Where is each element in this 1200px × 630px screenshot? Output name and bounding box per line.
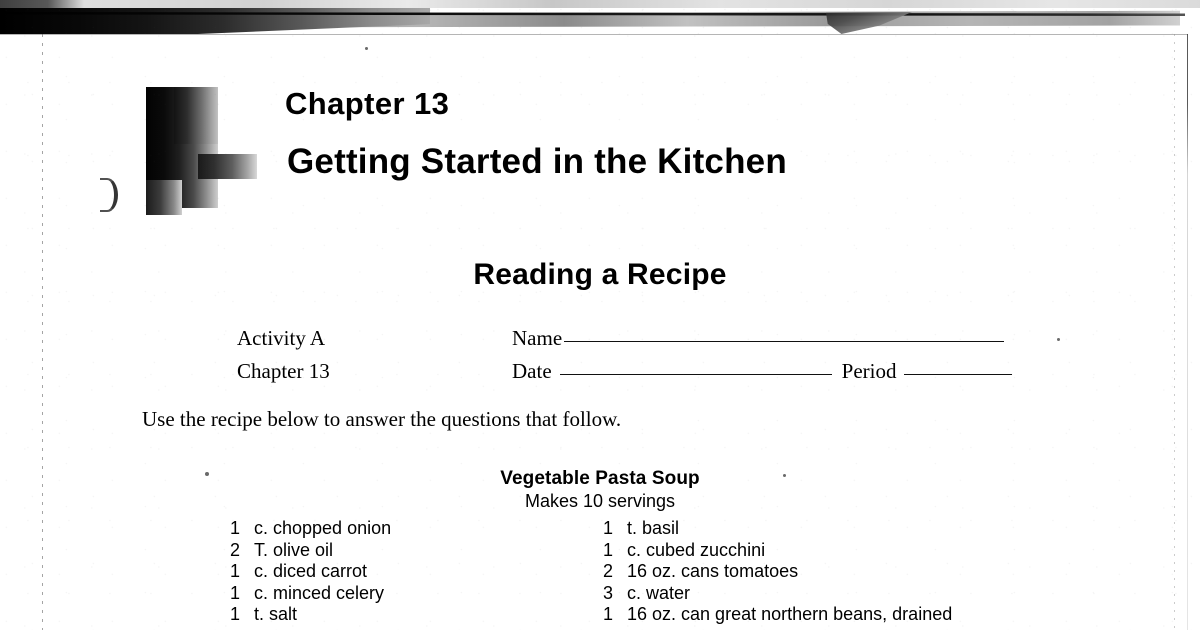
ingredient-row: 1 c. minced celery bbox=[230, 583, 391, 605]
ingredient-description: c. diced carrot bbox=[254, 561, 368, 581]
activity-label: Activity A bbox=[237, 326, 326, 350]
ingredient-quantity: 1 bbox=[603, 539, 614, 560]
chapter-title: Getting Started in the Kitchen bbox=[287, 142, 787, 181]
ingredient-description: t. basil bbox=[627, 518, 680, 538]
page-title: Reading a Recipe bbox=[473, 258, 727, 291]
date-period-field-row: Date Period bbox=[512, 355, 1013, 388]
ingredient-row: 1 16 oz. can great northern beans, draine… bbox=[603, 604, 952, 626]
instruction-text: Use the recipe below to answer the quest… bbox=[142, 407, 622, 431]
ingredient-row: 3 c. water bbox=[603, 583, 952, 605]
ingredient-description: 16 oz. cans tomatoes bbox=[627, 561, 799, 581]
ingredient-quantity: 1 bbox=[230, 582, 241, 603]
right-page-edge bbox=[1187, 34, 1188, 630]
ingredient-row: 1 t. basil bbox=[603, 518, 952, 540]
scanned-worksheet-page: Chapter 13 Getting Started in the Kitche… bbox=[0, 0, 1200, 630]
ingredient-quantity: 2 bbox=[230, 539, 241, 560]
scan-speck bbox=[1057, 338, 1060, 341]
ingredient-quantity: 2 bbox=[603, 561, 614, 581]
recipe-title: Vegetable Pasta Soup bbox=[500, 468, 700, 489]
ingredient-quantity: 1 bbox=[230, 561, 241, 581]
activity-chapter-label: Chapter 13 bbox=[237, 359, 330, 383]
ingredient-quantity: 1 bbox=[230, 518, 241, 538]
ingredient-description: t. salt bbox=[254, 604, 298, 624]
scan-dark-wedge bbox=[0, 8, 430, 34]
ingredient-quantity: 3 bbox=[603, 582, 614, 603]
student-fields-block: Name Date Period bbox=[512, 322, 1013, 388]
ingredient-description: c. cubed zucchini bbox=[627, 539, 766, 560]
ingredient-description: c. chopped onion bbox=[254, 518, 392, 538]
ingredient-row: 2 16 oz. cans tomatoes bbox=[603, 561, 952, 583]
scan-speck bbox=[365, 47, 368, 50]
chapter-label: Chapter 13 bbox=[285, 86, 450, 121]
ingredient-row: 1 c. cubed zucchini bbox=[603, 540, 952, 562]
ingredient-list-left: 1 c. chopped onion 2 T. olive oil 1 c. diced … bbox=[230, 518, 391, 626]
ingredient-quantity: 1 bbox=[603, 604, 614, 624]
ingredient-quantity: 1 bbox=[603, 518, 614, 538]
name-input[interactable] bbox=[564, 341, 1005, 342]
ingredient-description: c. minced celery bbox=[254, 582, 385, 603]
ingredient-quantity: 1 bbox=[230, 604, 241, 624]
activity-info-block: Activity A Chapter 13 bbox=[237, 322, 330, 388]
scan-top-strip bbox=[0, 0, 1200, 8]
recipe-servings: Makes 10 servings bbox=[524, 491, 676, 511]
period-input[interactable] bbox=[904, 374, 1013, 375]
ingredient-row: 1 t. salt bbox=[230, 604, 391, 626]
ingredient-description: c. water bbox=[627, 582, 691, 603]
ingredient-row: 2 T. olive oil bbox=[230, 540, 391, 562]
ingredient-description: 16 oz. can great northern beans, drained bbox=[627, 604, 953, 624]
crescent-smudge-icon bbox=[100, 178, 118, 212]
ingredient-list-right: 1 t. basil 1 c. cubed zucchini 2 16 oz. cans … bbox=[603, 518, 952, 626]
ingredient-row: 1 c. diced carrot bbox=[230, 561, 391, 583]
logo-upper-block bbox=[174, 87, 218, 144]
right-scan-edge-dotted bbox=[1174, 34, 1175, 630]
left-scan-edge bbox=[42, 34, 43, 630]
name-label: Name bbox=[512, 326, 563, 350]
name-field-row: Name bbox=[512, 322, 1012, 355]
logo-tab-block bbox=[198, 154, 257, 179]
ingredient-description: T. olive oil bbox=[254, 539, 334, 560]
period-label: Period bbox=[841, 359, 897, 383]
ingredient-row: 1 c. chopped onion bbox=[230, 518, 391, 540]
scan-hairline bbox=[0, 34, 1188, 35]
logo-foot-block bbox=[146, 180, 182, 215]
date-label: Date bbox=[512, 359, 552, 383]
date-input[interactable] bbox=[559, 374, 832, 375]
